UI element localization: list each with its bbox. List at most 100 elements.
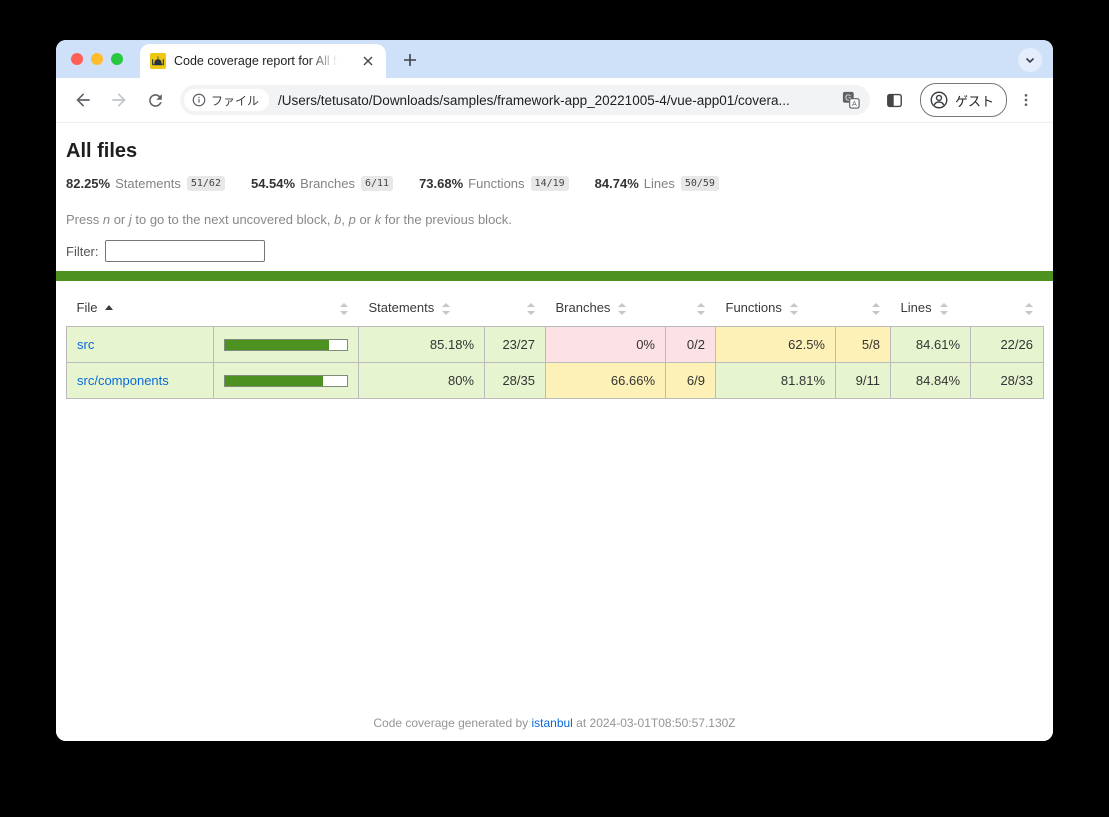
header-label: Functions — [725, 300, 782, 315]
metric-lines: 84.74% Lines 50/59 — [595, 176, 719, 191]
metric-label: Statements — [115, 176, 181, 191]
header-branches[interactable]: Branches — [546, 289, 666, 327]
file-cell: src/components — [66, 362, 214, 399]
header-functions[interactable]: Functions — [716, 289, 836, 327]
metric-label: Lines — [643, 176, 675, 191]
info-icon — [192, 93, 206, 107]
sort-icon[interactable] — [871, 302, 881, 315]
profile-label: ゲスト — [954, 93, 994, 109]
tab-strip: Code coverage report for All files — [56, 40, 1053, 78]
coverage-table: File Statements Branches Functions Lines — [66, 289, 1044, 399]
statements-pct-cell: 80% — [358, 362, 485, 399]
table-row: src 85.18% 23/27 0% 0/2 62.5% 5/8 84.61%… — [66, 326, 1044, 363]
file-cell: src — [66, 326, 214, 363]
window-controls — [71, 53, 123, 65]
tab-search-button[interactable] — [1018, 48, 1042, 72]
functions-pct-cell: 81.81% — [715, 362, 836, 399]
three-dots-icon — [1024, 94, 1028, 106]
bar-cell — [213, 362, 359, 399]
side-panel-button[interactable] — [878, 83, 912, 117]
metric-functions: 73.68% Functions 14/19 — [419, 176, 569, 191]
header-label: Branches — [555, 300, 611, 315]
lines-pct-cell: 84.61% — [890, 326, 971, 363]
branches-frac-cell: 0/2 — [665, 326, 716, 363]
filter-input[interactable] — [104, 240, 265, 262]
keyboard-hint: Press n or j to go to the next uncovered… — [66, 212, 512, 227]
metric-pct: 82.25% — [66, 176, 111, 191]
url-scheme-chip[interactable]: ファイル — [184, 89, 270, 111]
profile-button[interactable]: ゲスト — [919, 83, 1007, 117]
svg-text:A: A — [852, 99, 857, 108]
url-text: /Users/tetusato/Downloads/samples/framew… — [278, 92, 790, 108]
lines-frac-cell: 28/33 — [970, 362, 1044, 399]
metric-pct: 73.68% — [419, 176, 464, 191]
table-row: src/components 80% 28/35 66.66% 6/9 81.8… — [66, 362, 1044, 399]
chevron-down-icon — [1025, 57, 1035, 64]
metric-fraction: 51/62 — [186, 176, 225, 191]
statements-frac-cell: 28/35 — [484, 362, 546, 399]
side-panel-icon — [887, 93, 903, 107]
address-bar[interactable]: ファイル /Users/tetusato/Downloads/samples/f… — [180, 85, 870, 115]
header-lines[interactable]: Lines — [891, 289, 971, 327]
table-header-row: File Statements Branches Functions Lines — [67, 289, 1044, 327]
sort-icon[interactable] — [618, 302, 627, 315]
person-icon — [930, 91, 948, 109]
header-statements-raw — [485, 289, 546, 327]
metric-pct: 84.74% — [594, 176, 639, 191]
close-window-button[interactable] — [71, 53, 83, 65]
header-file[interactable]: File — [67, 289, 214, 327]
metric-fraction: 50/59 — [680, 176, 719, 191]
minimize-window-button[interactable] — [91, 53, 103, 65]
reload-button[interactable] — [138, 83, 172, 117]
translate-icon[interactable]: G A — [842, 91, 860, 109]
metric-branches: 54.54% Branches 6/11 — [251, 176, 394, 191]
lines-frac-cell: 22/26 — [970, 326, 1044, 363]
statements-pct-cell: 85.18% — [358, 326, 485, 363]
bar-cell — [213, 326, 359, 363]
metric-fraction: 14/19 — [530, 176, 569, 191]
url-scheme-label: ファイル — [211, 93, 260, 108]
branches-frac-cell: 6/9 — [665, 362, 716, 399]
file-link[interactable]: src/components — [77, 373, 169, 388]
functions-frac-cell: 9/11 — [835, 362, 891, 399]
coverage-bar — [224, 374, 348, 387]
sort-ascending-icon — [105, 305, 114, 310]
browser-tab[interactable]: Code coverage report for All files — [140, 44, 386, 78]
report-footer: Code coverage generated by istanbul at 2… — [56, 716, 1053, 730]
new-tab-button[interactable] — [399, 49, 421, 71]
footer-prefix: Code coverage generated by — [373, 716, 532, 730]
browser-toolbar: ファイル /Users/tetusato/Downloads/samples/f… — [56, 78, 1053, 123]
sort-icon[interactable] — [1024, 302, 1034, 315]
istanbul-link[interactable]: istanbul — [531, 716, 572, 730]
filter-row: Filter: — [66, 240, 1043, 262]
footer-suffix: at 2024-03-01T08:50:57.130Z — [572, 716, 736, 730]
sort-icon[interactable] — [789, 302, 799, 315]
branches-pct-cell: 66.66% — [545, 362, 666, 399]
file-link[interactable]: src — [77, 337, 94, 352]
header-label: Lines — [900, 300, 932, 315]
sort-icon[interactable] — [696, 302, 706, 315]
tab-close-icon[interactable] — [360, 53, 376, 69]
lines-pct-cell: 84.84% — [890, 362, 971, 399]
sort-icon[interactable] — [939, 302, 949, 315]
functions-frac-cell: 5/8 — [835, 326, 891, 363]
browser-window: Code coverage report for All files ファイル … — [56, 40, 1053, 741]
menu-button[interactable] — [1009, 83, 1043, 117]
metric-fraction: 6/11 — [360, 176, 394, 191]
functions-pct-cell: 62.5% — [715, 326, 836, 363]
statements-frac-cell: 23/27 — [484, 326, 546, 363]
back-button[interactable] — [66, 83, 100, 117]
sort-icon[interactable] — [339, 302, 349, 315]
tab-title: Code coverage report for All files — [174, 54, 338, 68]
header-statements[interactable]: Statements — [359, 289, 485, 327]
header-functions-raw — [836, 289, 891, 327]
metric-statements: 82.25% Statements 51/62 — [66, 176, 225, 191]
sort-icon[interactable] — [526, 302, 536, 315]
forward-button[interactable] — [102, 83, 136, 117]
sort-icon[interactable] — [442, 302, 451, 315]
coverage-bar — [224, 338, 348, 351]
maximize-window-button[interactable] — [111, 53, 123, 65]
coverage-status-line — [56, 271, 1053, 281]
header-bar — [214, 289, 359, 327]
istanbul-favicon-icon — [150, 53, 166, 69]
